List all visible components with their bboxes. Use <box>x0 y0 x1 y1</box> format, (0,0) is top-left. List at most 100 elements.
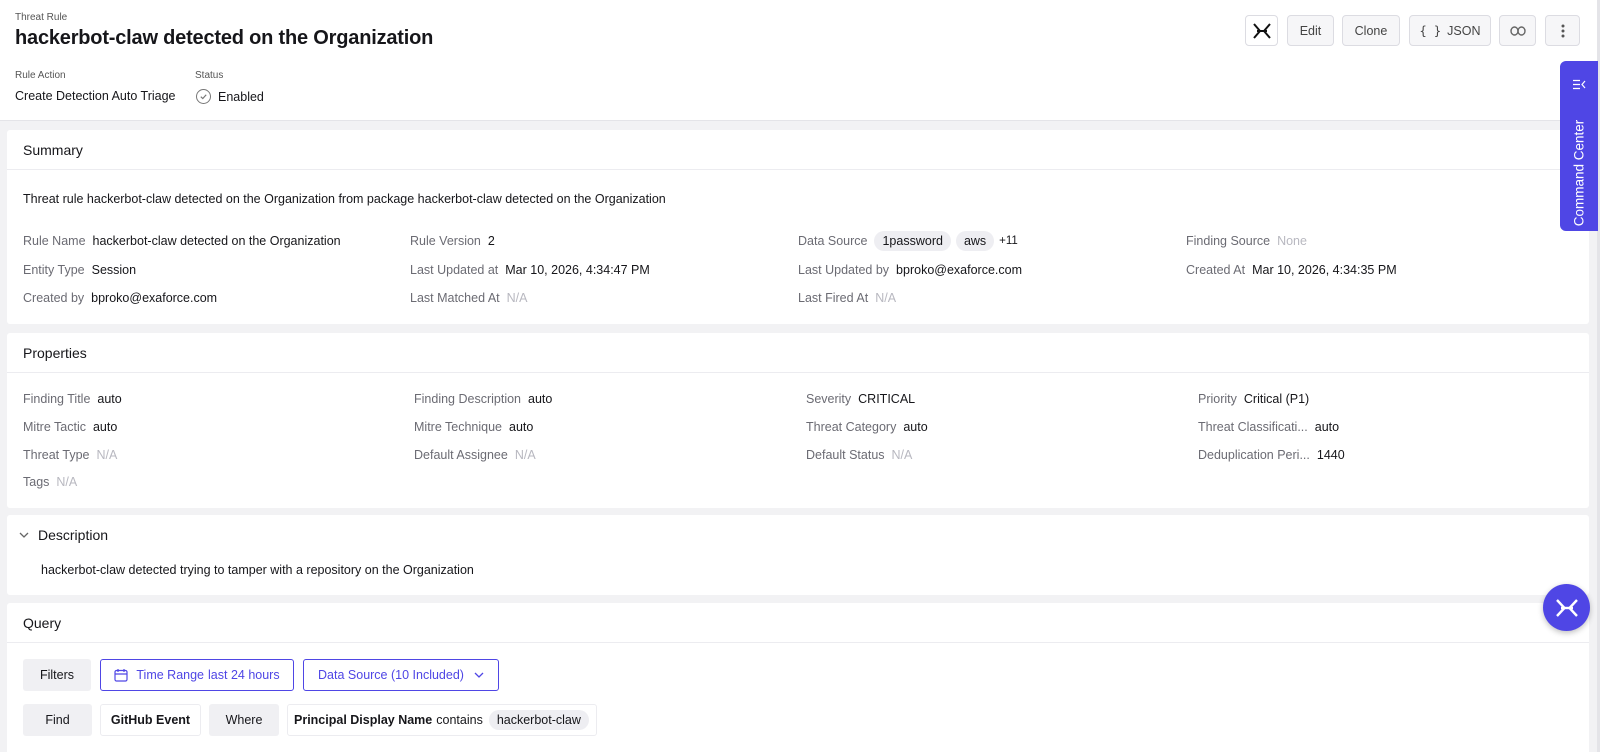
description-text: hackerbot-claw detected trying to tamper… <box>41 563 474 577</box>
field-value: N/A <box>56 475 78 489</box>
properties-card: Properties Finding Title auto Finding Des… <box>7 333 1589 508</box>
exaforce-logo-icon <box>1252 22 1271 39</box>
clone-button[interactable]: Clone <box>1342 15 1400 46</box>
summary-card: Summary Threat rule hackerbot-claw detec… <box>7 130 1589 324</box>
description-heading: Description <box>38 527 109 543</box>
link-icon <box>1509 25 1526 36</box>
field-label: Threat Category <box>806 420 897 434</box>
property-threat-classification: Threat Classificati... auto <box>1198 420 1339 434</box>
rule-action-value: Create Detection Auto Triage <box>15 89 176 103</box>
field-value: Mar 10, 2026, 4:34:47 PM <box>505 263 650 277</box>
rule-version-field: Rule Version 2 <box>410 234 495 248</box>
description-body: hackerbot-claw detected trying to tamper… <box>41 563 474 577</box>
field-label: Default Status <box>806 448 885 462</box>
field-label: Data Source <box>798 234 868 248</box>
rule-action-text: Create Detection Auto Triage <box>15 89 176 103</box>
exaforce-logo-icon <box>1555 598 1578 617</box>
created-at-field: Created At Mar 10, 2026, 4:34:35 PM <box>1186 263 1397 277</box>
field-value: Session <box>91 263 137 277</box>
query-condition[interactable]: Principal Display Name contains hackerbo… <box>287 704 597 736</box>
field-label: Rule Name <box>23 234 86 248</box>
description-card: Description hackerbot-claw detected tryi… <box>7 515 1589 595</box>
property-mitre-technique: Mitre Technique auto <box>414 420 533 434</box>
field-label: Tags <box>23 475 50 489</box>
field-label: Entity Type <box>23 263 85 277</box>
field-value: 2 <box>487 234 495 248</box>
condition-value-chip[interactable]: hackerbot-claw <box>488 710 589 730</box>
data-source-dropdown-label: Data Source (10 Included) <box>318 668 464 682</box>
field-value: auto <box>903 420 928 434</box>
data-source-dropdown[interactable]: Data Source (10 Included) <box>303 659 499 691</box>
chevron-down-icon <box>19 532 29 538</box>
field-label: Last Updated at <box>410 263 499 277</box>
query-card: Query Filters Time Range last 24 hours D… <box>7 603 1589 752</box>
status-label: Status <box>195 70 224 81</box>
command-center-tab[interactable]: Command Center <box>1560 61 1598 231</box>
braces-icon: { } <box>1419 23 1442 38</box>
field-value: hackerbot-claw detected on the Organizat… <box>92 234 341 248</box>
data-source-chip[interactable]: aws <box>955 231 995 251</box>
assistant-fab[interactable] <box>1543 584 1590 631</box>
condition-operator: contains <box>436 713 483 727</box>
more-options-button[interactable] <box>1545 15 1580 46</box>
description-toggle[interactable]: Description <box>7 515 1589 555</box>
field-label: Default Assignee <box>414 448 508 462</box>
field-label: Finding Description <box>414 392 521 406</box>
find-button[interactable]: Find <box>23 704 92 736</box>
field-value: auto <box>528 392 553 406</box>
field-label: Finding Source <box>1186 234 1271 248</box>
where-button[interactable]: Where <box>209 704 279 736</box>
json-button[interactable]: { } JSON <box>1409 15 1491 46</box>
property-default-assignee: Default Assignee N/A <box>414 448 536 462</box>
field-value: auto <box>509 420 534 434</box>
field-value: None <box>1277 234 1307 248</box>
status-value: Enabled <box>196 89 264 104</box>
last-updated-by-field: Last Updated by bproko@exaforce.com <box>798 263 1022 277</box>
chevron-down-icon <box>474 672 484 678</box>
data-source-more[interactable]: +11 <box>999 235 1018 247</box>
event-type-selector[interactable]: GitHub Event <box>100 704 201 736</box>
field-value: N/A <box>891 448 913 462</box>
entity-type-field: Entity Type Session <box>23 263 136 277</box>
field-label: Threat Classificati... <box>1198 420 1308 434</box>
field-value: N/A <box>875 291 897 305</box>
field-label: Finding Title <box>23 392 91 406</box>
field-label: Created At <box>1186 263 1246 277</box>
data-source-field: Data Source 1password aws +11 <box>798 231 1018 251</box>
field-label: Mitre Tactic <box>23 420 86 434</box>
field-label: Severity <box>806 392 852 406</box>
exaforce-logo-button[interactable] <box>1245 15 1278 46</box>
last-fired-field: Last Fired At N/A <box>798 291 896 305</box>
json-label: JSON <box>1447 23 1481 38</box>
time-range-label: Time Range <box>136 668 205 682</box>
summary-text: Threat rule hackerbot-claw detected on t… <box>23 192 666 206</box>
field-value: auto <box>1314 420 1340 434</box>
property-deduplication-period: Deduplication Peri... 1440 <box>1198 448 1345 462</box>
field-value: bproko@exaforce.com <box>896 263 1022 277</box>
more-vertical-icon <box>1561 24 1564 37</box>
field-value: CRITICAL <box>858 392 916 406</box>
command-center-label: Command Center <box>1571 119 1587 227</box>
field-label: Threat Type <box>23 448 90 462</box>
property-threat-type: Threat Type N/A <box>23 448 117 462</box>
property-severity: Severity CRITICAL <box>806 392 915 406</box>
properties-heading: Properties <box>7 333 1589 373</box>
time-range-value: last 24 hours <box>208 668 280 682</box>
field-label: Mitre Technique <box>414 420 503 434</box>
field-value: N/A <box>96 448 118 462</box>
last-matched-field: Last Matched At N/A <box>410 291 527 305</box>
filters-button[interactable]: Filters <box>23 659 91 691</box>
edit-button[interactable]: Edit <box>1287 15 1334 46</box>
copy-link-button[interactable] <box>1499 15 1536 46</box>
field-value: Mar 10, 2026, 4:34:35 PM <box>1252 263 1397 277</box>
time-range-button[interactable]: Time Range last 24 hours <box>100 659 294 691</box>
data-source-chip[interactable]: 1password <box>874 231 951 251</box>
last-updated-at-field: Last Updated at Mar 10, 2026, 4:34:47 PM <box>410 263 650 277</box>
field-value: N/A <box>514 448 536 462</box>
field-label: Rule Version <box>410 234 481 248</box>
property-mitre-tactic: Mitre Tactic auto <box>23 420 117 434</box>
rule-action-label: Rule Action <box>15 70 66 81</box>
field-value: 1440 <box>1316 448 1345 462</box>
field-label: Last Updated by <box>798 263 890 277</box>
menu-collapse-icon <box>1573 79 1586 90</box>
